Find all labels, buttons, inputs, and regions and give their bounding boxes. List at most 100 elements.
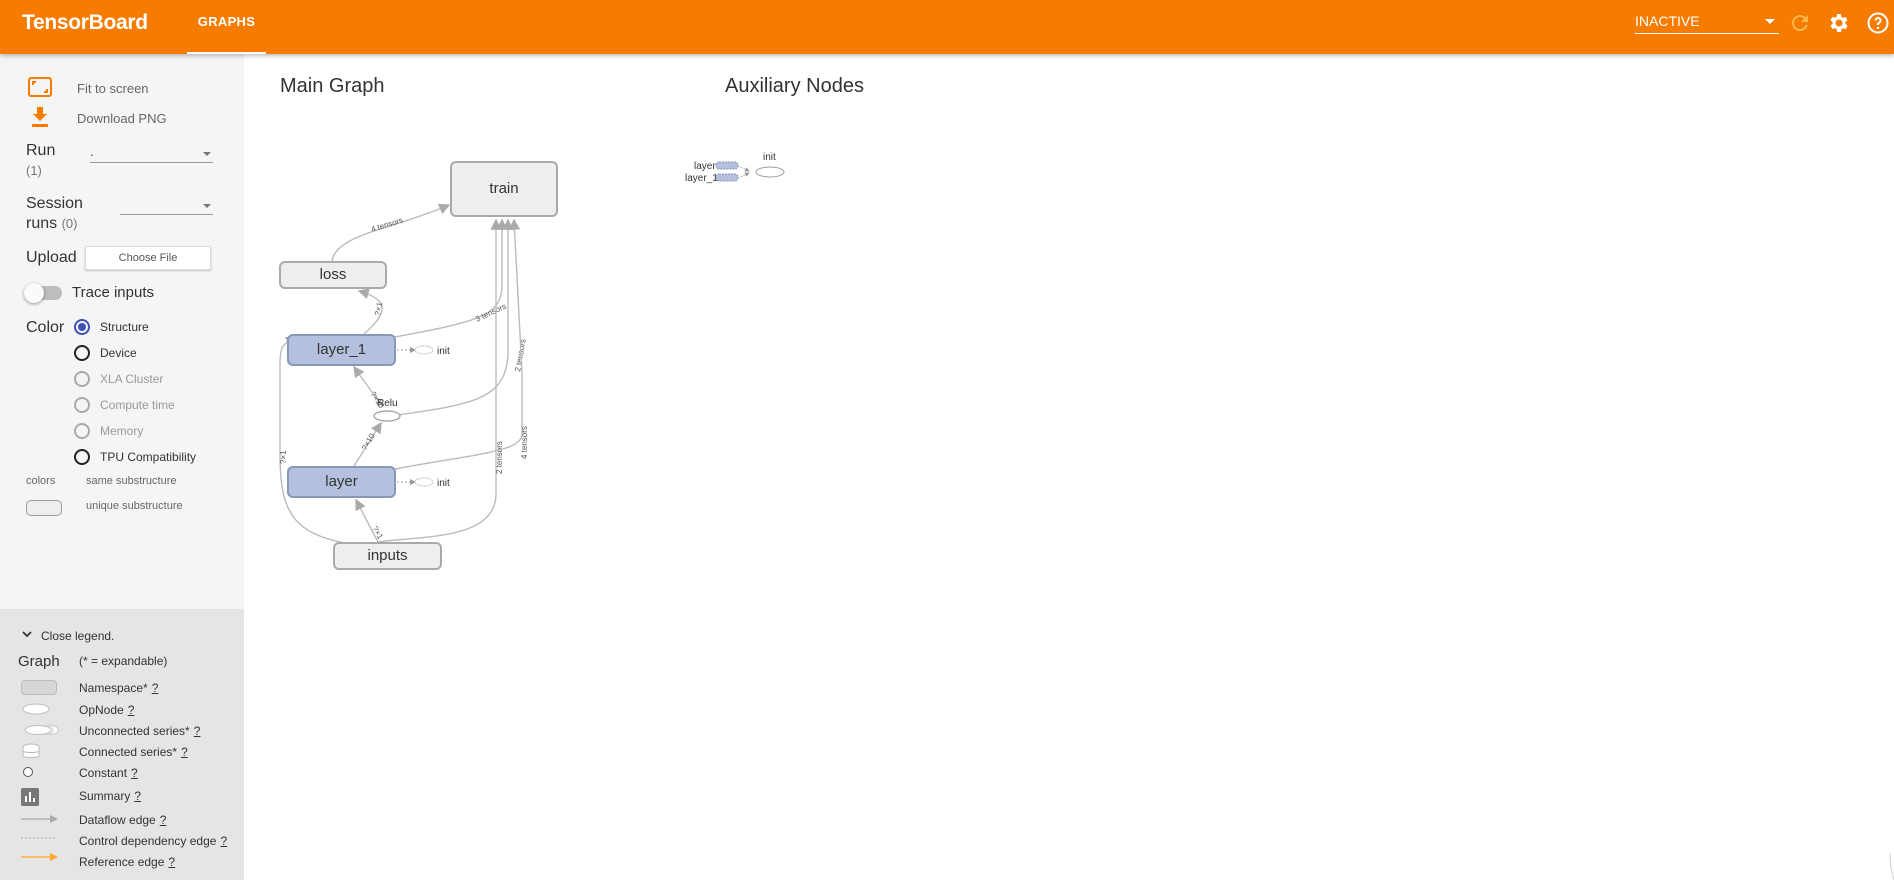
trace-inputs-toggle[interactable] — [24, 283, 44, 303]
color-radio-3 — [74, 397, 90, 413]
color-radio-2 — [74, 371, 90, 387]
legend-graph-label: Graph — [18, 653, 60, 670]
top-app-bar: TensorBoard GRAPHS INACTIVE — [0, 0, 1894, 54]
legend-item-label: Control dependency edge — [79, 834, 217, 848]
graph-canvas[interactable]: Main Graph Auxiliary Nodes 4 tensors 3 t… — [244, 54, 1894, 880]
init-node-layer[interactable] — [414, 477, 434, 487]
run-status-value: INACTIVE — [1635, 13, 1700, 29]
layer1-node[interactable]: layer_1 — [287, 334, 396, 366]
upload-label: Upload — [26, 249, 77, 266]
legend-item: Namespace*? — [79, 681, 158, 695]
session-label-line2: runs — [26, 215, 58, 232]
legend-panel: Close legend. Graph (* = expandable) Nam… — [0, 609, 244, 880]
color-radio-0[interactable] — [74, 319, 90, 335]
unique-substructure-swatch — [26, 500, 62, 516]
edge-relu-train — [397, 218, 514, 416]
layer-node[interactable]: layer — [287, 466, 396, 498]
legend-item: OpNode? — [79, 703, 134, 717]
constant-icon — [23, 767, 33, 777]
run-label: Run — [26, 142, 56, 159]
session-runs-dropdown[interactable] — [120, 195, 213, 215]
legend-help-link[interactable]: ? — [168, 855, 175, 869]
scroll-edge — [1889, 853, 1894, 880]
color-radio-label: Device — [100, 346, 137, 360]
download-png-button[interactable]: Download PNG — [77, 111, 167, 126]
connected-series-icon — [22, 743, 40, 758]
edge-label-layer-train: 4 tensors — [520, 426, 529, 459]
color-radio-1[interactable] — [74, 345, 90, 361]
legend-item-label: Namespace* — [79, 681, 148, 695]
legend-help-link[interactable]: ? — [160, 813, 167, 827]
legend-item-label: Reference edge — [79, 855, 165, 869]
download-icon[interactable] — [30, 106, 50, 128]
legend-item-label: Unconnected series* — [79, 724, 190, 738]
legend-help-link[interactable]: ? — [181, 745, 188, 759]
legend-item-label: Constant — [79, 766, 128, 780]
edge-layer-train — [394, 218, 523, 470]
color-label: Color — [26, 319, 65, 336]
color-radio-5[interactable] — [74, 449, 90, 465]
chevron-down-icon — [203, 152, 211, 156]
color-radio-label: XLA Cluster — [100, 372, 164, 386]
init-label-layer: init — [437, 478, 450, 489]
gear-icon[interactable] — [1827, 11, 1851, 35]
color-radio-label: Structure — [100, 320, 149, 334]
color-radio-label: Memory — [100, 424, 144, 438]
legend-help-link[interactable]: ? — [134, 789, 141, 803]
legend-help-link[interactable]: ? — [128, 703, 135, 717]
unconnected-series-icon — [24, 725, 59, 735]
edge-label-inputs-loss: ?×1 — [279, 450, 288, 464]
inputs-node[interactable]: inputs — [333, 542, 442, 570]
legend-help-link[interactable]: ? — [220, 834, 227, 848]
inputs-label: inputs — [367, 547, 408, 564]
color-radio-4 — [74, 423, 90, 439]
legend-help-link[interactable]: ? — [131, 766, 138, 780]
legend-item: Unconnected series*? — [79, 724, 200, 738]
train-node[interactable]: train — [450, 161, 558, 217]
aux-edge-layer1-init — [737, 172, 750, 179]
aux-layer-node[interactable] — [715, 161, 739, 170]
fit-to-screen-icon[interactable] — [28, 77, 52, 97]
session-runs-label: Session — [26, 195, 83, 213]
tab-graphs[interactable]: GRAPHS — [187, 0, 266, 54]
refresh-icon[interactable] — [1788, 11, 1812, 35]
legend-item: Constant? — [79, 766, 138, 780]
summary-icon — [21, 788, 39, 806]
loss-node[interactable]: loss — [279, 261, 387, 289]
run-count: (1) — [26, 163, 42, 178]
aux-init-label: init — [763, 152, 776, 163]
edge-inputs-loss — [279, 336, 351, 545]
color-radio-label: TPU Compatibility — [100, 450, 197, 464]
close-legend-button[interactable]: Close legend. — [41, 629, 114, 643]
layer-label: layer — [325, 473, 358, 490]
legend-help-link[interactable]: ? — [194, 724, 201, 738]
edge-label-layer1-train: 3 tensors — [474, 302, 508, 324]
legend-item-label: Connected series* — [79, 745, 178, 759]
help-icon[interactable] — [1866, 11, 1890, 35]
legend-item-label: Dataflow edge — [79, 813, 156, 827]
run-dropdown[interactable]: . — [90, 143, 213, 163]
fit-to-screen-button[interactable]: Fit to screen — [77, 81, 149, 96]
chevron-down-icon[interactable] — [22, 631, 32, 639]
legend-item: Connected series*? — [79, 745, 188, 759]
legend-help-link[interactable]: ? — [152, 681, 159, 695]
legend-item: Dataflow edge? — [79, 813, 166, 827]
aux-init-node[interactable] — [755, 166, 785, 178]
sidebar: Fit to screen Download PNG Run (1) . Ses… — [0, 54, 244, 880]
session-count: (0) — [61, 216, 78, 231]
legend-expandable-note: (* = expandable) — [79, 654, 168, 668]
edge-loss-train — [331, 203, 451, 262]
init-node-layer1[interactable] — [414, 345, 434, 355]
edge-label-layer1-loss: ?×1 — [373, 301, 384, 316]
opnode-icon — [22, 703, 50, 715]
choose-file-button[interactable]: Choose File — [85, 246, 211, 270]
relu-label: Relu — [377, 398, 398, 409]
aux-layer-label: layer — [694, 161, 716, 172]
legend-item: Reference edge? — [79, 855, 175, 869]
run-status-dropdown[interactable]: INACTIVE — [1635, 10, 1779, 34]
aux-layer1-node[interactable] — [715, 173, 739, 182]
session-runs-label-line2: runs (0) — [26, 215, 77, 233]
chevron-down-icon — [1765, 19, 1775, 24]
colors-label: colors — [26, 475, 56, 487]
relu-node[interactable] — [373, 410, 401, 422]
